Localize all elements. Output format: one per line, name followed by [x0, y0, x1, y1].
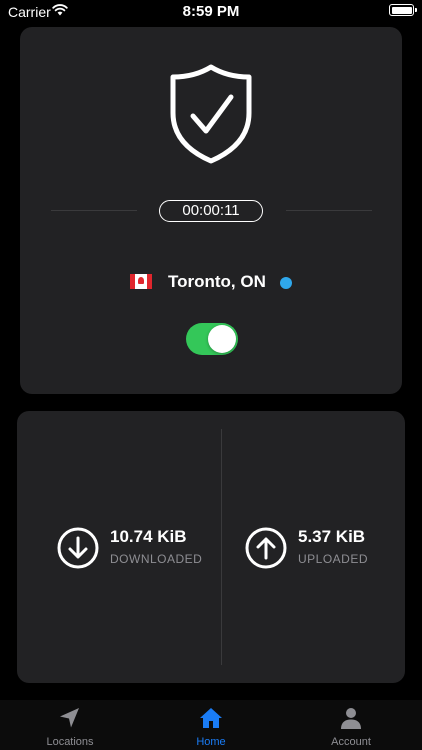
- traffic-stats-card: 10.74 KiB DOWNLOADED 5.37 KiB UPLOADED: [17, 411, 405, 683]
- toggle-knob: [208, 325, 236, 353]
- tab-home[interactable]: Home: [161, 700, 261, 750]
- download-label: DOWNLOADED: [110, 552, 203, 566]
- upload-value: 5.37 KiB: [298, 527, 366, 546]
- person-icon: [341, 708, 361, 729]
- arrow-up-circle-icon: [245, 527, 287, 569]
- upload-label: UPLOADED: [298, 552, 369, 566]
- tab-locations[interactable]: Locations: [20, 700, 120, 750]
- house-icon: [200, 708, 222, 728]
- tab-label: Locations: [46, 736, 94, 748]
- clock: 8:59 PM: [182, 3, 240, 20]
- tab-bar: Locations Home Account: [0, 700, 422, 750]
- status-bar: Carrier 8:59 PM: [0, 0, 422, 24]
- current-location[interactable]: Toronto, ON: [20, 271, 402, 293]
- stats-divider: [221, 429, 222, 665]
- tab-label: Account: [331, 736, 371, 748]
- tab-label: Home: [196, 736, 226, 748]
- shield-check-icon: [170, 64, 252, 164]
- vpn-toggle[interactable]: [186, 323, 238, 355]
- location-name: Toronto, ON: [168, 272, 266, 291]
- canada-flag-icon: [130, 274, 152, 289]
- divider-left: [51, 210, 137, 211]
- arrow-down-circle-icon: [57, 527, 99, 569]
- tab-account[interactable]: Account: [301, 700, 401, 750]
- battery-icon: [389, 4, 417, 16]
- connection-card: 00:00:11 Toronto, ON: [20, 27, 402, 394]
- divider-right: [286, 210, 372, 211]
- connection-timer: 00:00:11: [159, 200, 263, 222]
- download-value: 10.74 KiB: [110, 527, 187, 546]
- connection-status-dot: [280, 277, 292, 289]
- location-arrow-icon: [60, 708, 79, 728]
